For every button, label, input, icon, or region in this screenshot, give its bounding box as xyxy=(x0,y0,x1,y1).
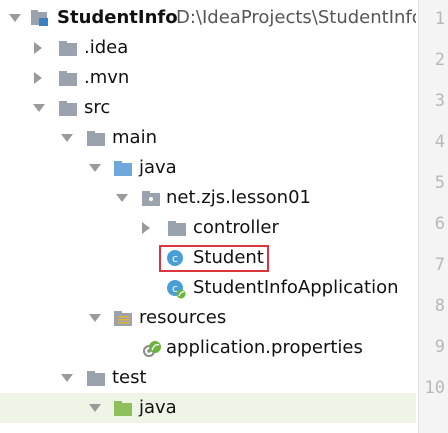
project-path: D:\IdeaProjects\StudentInfo xyxy=(176,7,416,28)
tree-row-controller[interactable]: controller xyxy=(0,213,416,243)
line-number: 9 xyxy=(434,337,445,357)
line-number: 8 xyxy=(434,296,445,316)
line-number: 2 xyxy=(434,50,445,70)
package-icon xyxy=(141,189,160,207)
tree-row-project[interactable]: StudentInfo D:\IdeaProjects\StudentInfo xyxy=(0,3,416,33)
tree-row-student[interactable]: c Student xyxy=(0,243,416,273)
folder-icon xyxy=(58,39,77,57)
file-label: application.properties xyxy=(166,337,363,358)
source-folder-icon xyxy=(113,159,132,177)
project-name: StudentInfo xyxy=(57,7,178,28)
tree-row-resources[interactable]: resources xyxy=(0,303,416,333)
folder-label: main xyxy=(112,127,157,148)
tree-row-src[interactable]: src xyxy=(0,93,416,123)
line-number: 6 xyxy=(434,214,445,234)
folder-label: .idea xyxy=(84,37,129,58)
folder-label: java xyxy=(139,397,177,418)
folder-label: resources xyxy=(139,307,227,328)
resources-folder-icon xyxy=(113,309,132,327)
line-number-gutter: 1 2 3 4 5 6 7 8 9 10 xyxy=(418,0,448,433)
folder-icon xyxy=(86,369,105,387)
collapse-arrow-icon[interactable] xyxy=(89,404,101,412)
tree-row-mvn[interactable]: .mvn xyxy=(0,63,416,93)
collapse-arrow-icon[interactable] xyxy=(61,134,73,142)
collapse-arrow-icon[interactable] xyxy=(89,314,101,322)
svg-text:c: c xyxy=(172,252,178,265)
class-label: StudentInfoApplication xyxy=(193,277,399,298)
tree-row-java[interactable]: java xyxy=(0,153,416,183)
collapse-arrow-icon[interactable] xyxy=(116,194,128,202)
tree-row-properties[interactable]: application.properties xyxy=(0,333,416,363)
tree-row-partial[interactable] xyxy=(0,423,416,433)
line-number: 10 xyxy=(424,378,445,398)
test-source-folder-icon xyxy=(113,399,132,417)
line-number: 7 xyxy=(434,255,445,275)
package-label: controller xyxy=(193,217,279,238)
line-number: 1 xyxy=(434,9,445,29)
folder-label: test xyxy=(112,367,147,388)
expand-arrow-icon[interactable] xyxy=(142,222,150,234)
line-number: 4 xyxy=(434,132,445,152)
expand-arrow-icon[interactable] xyxy=(9,14,21,22)
folder-icon xyxy=(86,129,105,147)
class-icon: c xyxy=(166,249,184,267)
tree-row-test[interactable]: test xyxy=(0,363,416,393)
tree-row-main[interactable]: main xyxy=(0,123,416,153)
collapse-arrow-icon[interactable] xyxy=(33,104,45,112)
class-label: Student xyxy=(193,247,264,268)
project-tree: StudentInfo D:\IdeaProjects\StudentInfo … xyxy=(0,0,416,433)
folder-icon xyxy=(113,428,127,432)
properties-file-icon xyxy=(140,339,161,357)
tree-row-application[interactable]: c StudentInfoApplication xyxy=(0,273,416,303)
folder-label: .mvn xyxy=(84,67,130,88)
line-number: 3 xyxy=(434,91,445,111)
package-label: net.zjs.lesson01 xyxy=(166,187,311,208)
line-number: 5 xyxy=(434,173,445,193)
folder-label: java xyxy=(139,157,177,178)
expand-arrow-icon[interactable] xyxy=(34,42,42,54)
folder-icon xyxy=(58,69,77,87)
expand-arrow-icon[interactable] xyxy=(34,72,42,84)
collapse-arrow-icon[interactable] xyxy=(89,164,101,172)
collapse-arrow-icon[interactable] xyxy=(61,374,73,382)
tree-row-test-java[interactable]: java xyxy=(0,393,416,423)
tree-row-package[interactable]: net.zjs.lesson01 xyxy=(0,183,416,213)
spring-boot-class-icon: c xyxy=(166,279,186,299)
folder-icon xyxy=(58,99,77,117)
folder-label: src xyxy=(84,97,111,118)
package-icon xyxy=(167,219,186,237)
project-icon xyxy=(30,9,48,27)
tree-row-idea[interactable]: .idea xyxy=(0,33,416,63)
